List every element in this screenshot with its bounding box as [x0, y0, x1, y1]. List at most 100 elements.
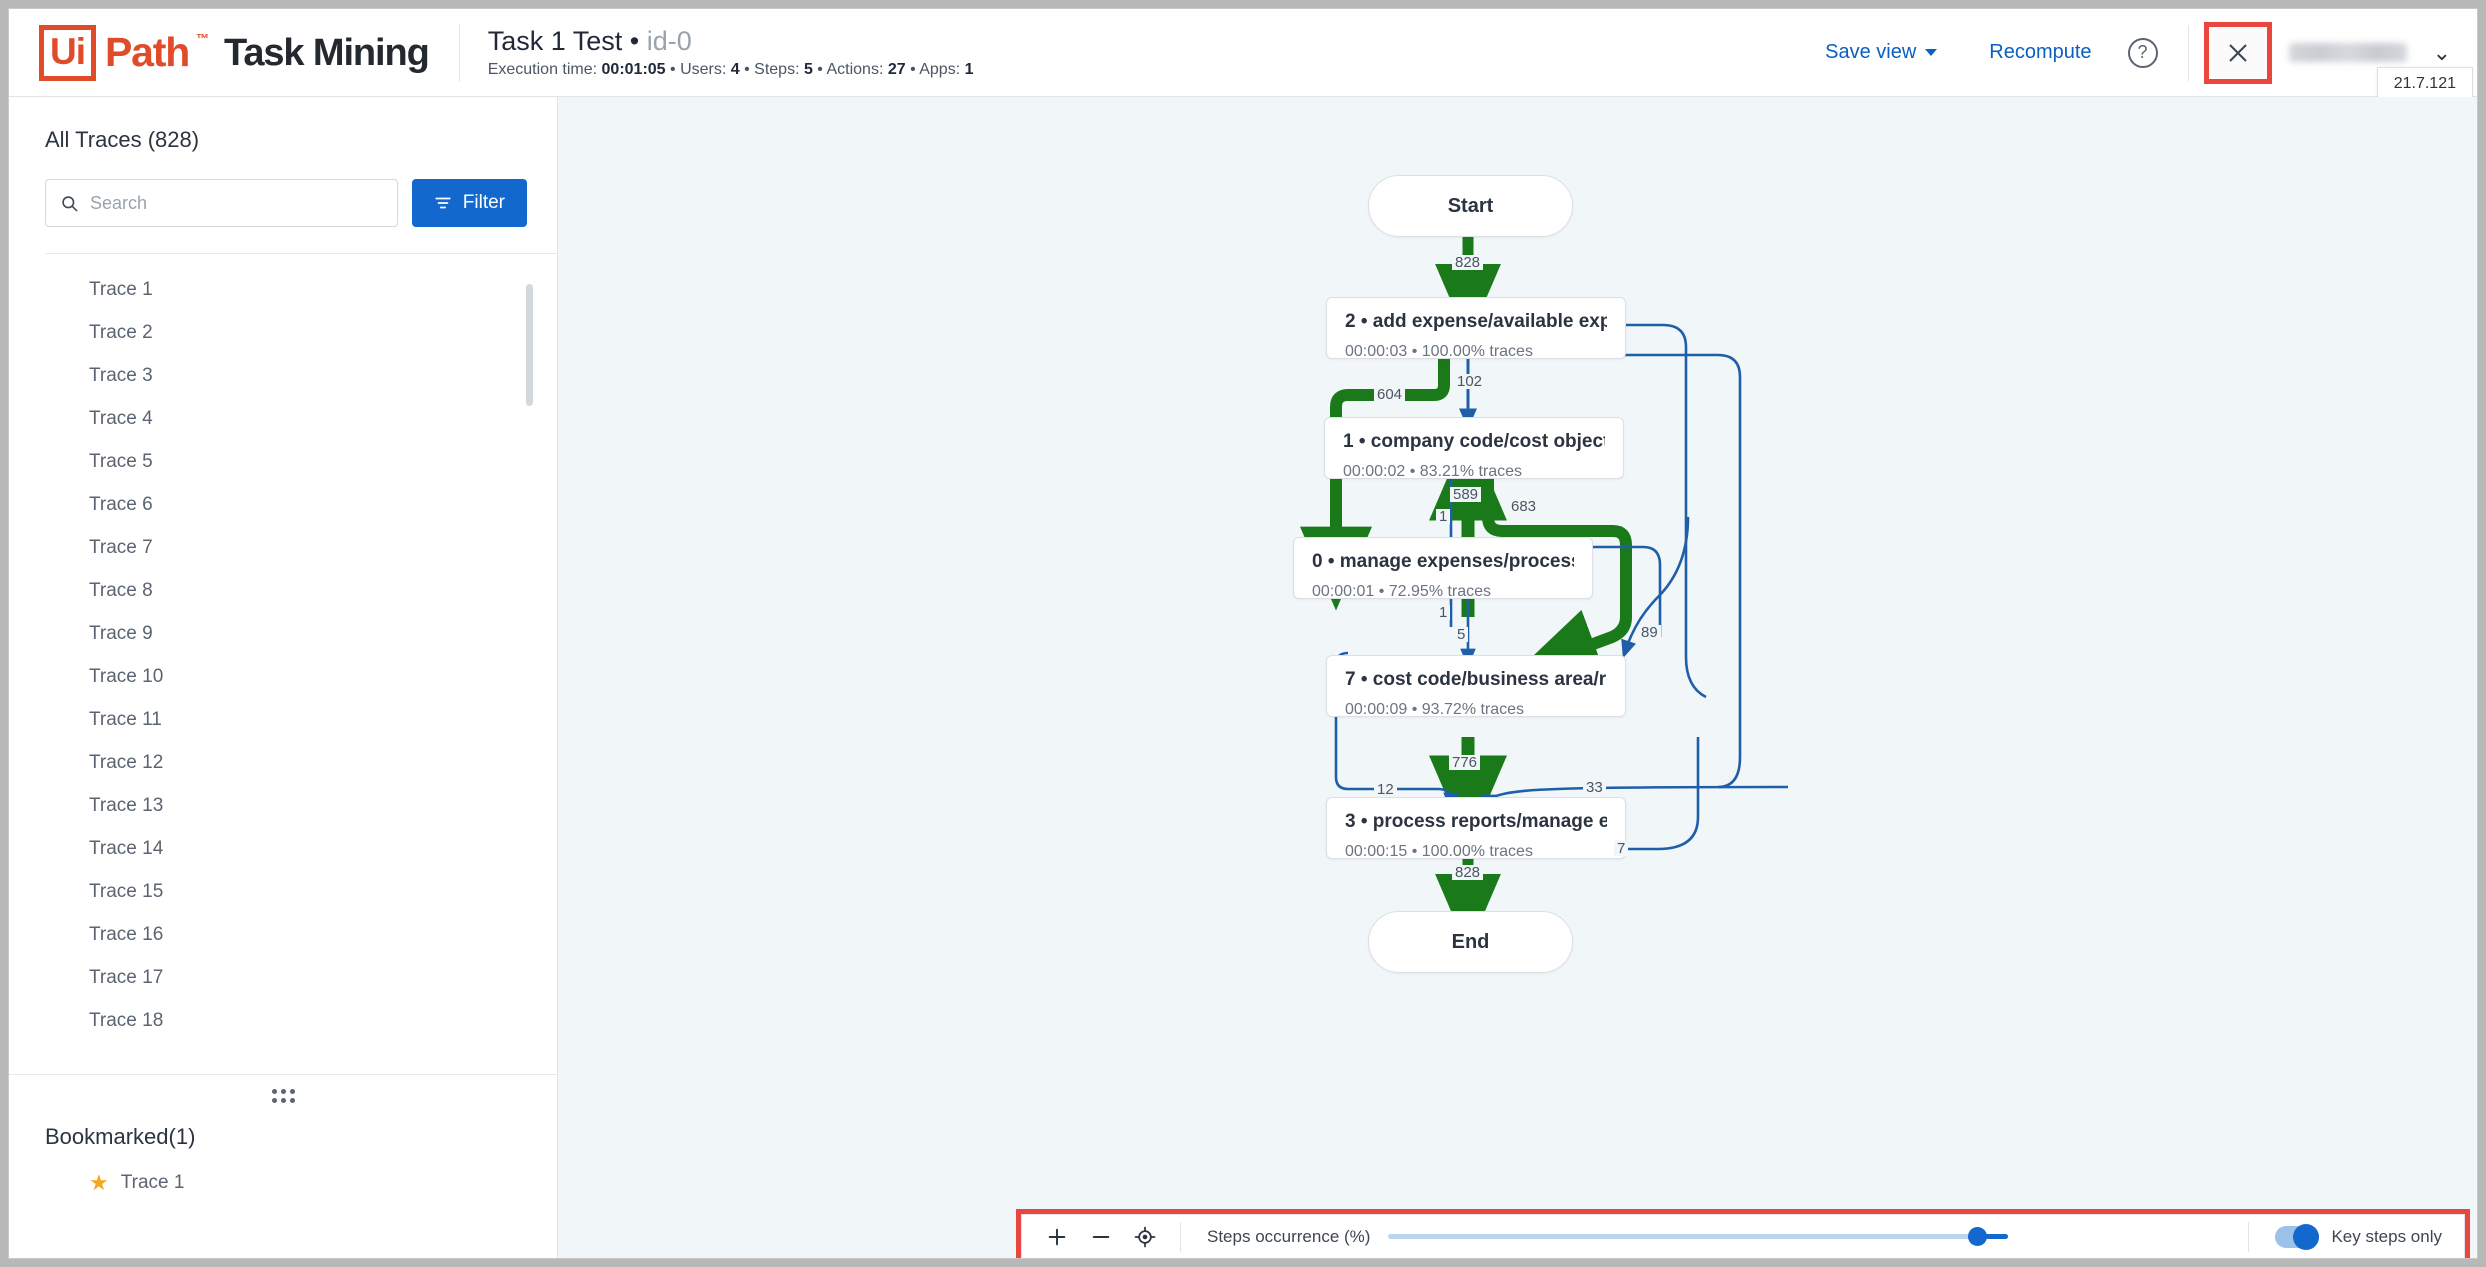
edge-label-2-to-0: 604 — [1374, 387, 1405, 402]
logo-trademark-icon: ™ — [196, 31, 209, 46]
trace-list-item[interactable]: Trace 7 — [9, 526, 557, 569]
trace-list-item[interactable]: Trace 5 — [9, 440, 557, 483]
header-actions-divider — [2188, 25, 2189, 81]
drag-handle-dots-icon — [272, 1089, 295, 1103]
logo-path-text: Path — [105, 32, 189, 73]
trace-list-item[interactable]: Trace 11 — [9, 698, 557, 741]
graph-node-7[interactable]: 7 • cost code/business area/reimburse… 0… — [1326, 655, 1626, 717]
trace-list-item[interactable]: Trace 4 — [9, 397, 557, 440]
chevron-down-icon — [1925, 49, 1937, 56]
account-name-blurred — [2289, 43, 2407, 62]
graph-node-7-title: 7 • cost code/business area/reimburse… — [1345, 670, 1607, 691]
trace-list-item[interactable]: Trace 12 — [9, 741, 557, 784]
header-actions: Save view Recompute ? ⌄ — [1799, 25, 2455, 81]
edge-label-start-to-2: 828 — [1452, 255, 1483, 270]
graph-node-start[interactable]: Start — [1368, 175, 1573, 237]
sidebar-resize-handle[interactable] — [9, 1074, 557, 1116]
account-chevron-down-icon[interactable]: ⌄ — [2433, 42, 2451, 64]
version-badge: 21.7.121 — [2377, 67, 2473, 101]
recompute-button[interactable]: Recompute — [1963, 41, 2117, 64]
key-steps-only-label: Key steps only — [2331, 1227, 2442, 1247]
trace-list-item[interactable]: Trace 6 — [9, 483, 557, 526]
process-graph-canvas[interactable]: Start 2 • add expense/available expenses… — [558, 97, 2477, 1258]
crosshair-target-icon — [1134, 1226, 1156, 1248]
graph-node-3-subtitle: 00:00:15 • 100.00% traces — [1345, 844, 1607, 860]
search-box[interactable] — [45, 179, 398, 227]
close-icon — [2226, 41, 2250, 65]
logo-ui-mark: Ui — [39, 25, 96, 81]
edge-label-0-683: 683 — [1508, 499, 1539, 514]
trace-list-item[interactable]: Trace 16 — [9, 913, 557, 956]
edge-label-7-into-3: 7 — [1614, 841, 1628, 856]
page-title-block: Task 1 Test • id-0 Execution time: 00:01… — [488, 28, 974, 78]
zoom-in-button[interactable] — [1046, 1226, 1068, 1248]
trace-list-item[interactable]: Trace 18 — [9, 999, 557, 1042]
graph-node-2-subtitle: 00:00:03 • 100.00% traces — [1345, 344, 1607, 360]
edge-label-89: 89 — [1638, 625, 1661, 640]
save-view-label: Save view — [1825, 41, 1916, 64]
execution-time-value: 00:01:05 — [602, 61, 666, 78]
actions-value: 27 — [888, 61, 906, 78]
trace-list-item[interactable]: Trace 10 — [9, 655, 557, 698]
star-icon: ★ — [89, 1172, 109, 1194]
bookmarked-item[interactable]: ★ Trace 1 — [45, 1150, 557, 1194]
app-body: All Traces (828) Filter — [9, 97, 2477, 1258]
plus-icon — [1046, 1226, 1068, 1248]
start-label: Start — [1448, 195, 1494, 218]
brand-logo: Ui Path ™ Task Mining — [39, 25, 429, 81]
app-header: Ui Path ™ Task Mining Task 1 Test • id-0… — [9, 9, 2477, 97]
trace-list-item[interactable]: Trace 8 — [9, 569, 557, 612]
graph-node-2-title: 2 • add expense/available expenses/ma… — [1345, 312, 1607, 333]
help-icon[interactable]: ? — [2128, 38, 2158, 68]
close-button[interactable] — [2209, 27, 2267, 79]
key-steps-only-toggle[interactable] — [2275, 1226, 2319, 1248]
edge-label-0-up-1: 1 — [1436, 605, 1450, 620]
traces-sidebar: All Traces (828) Filter — [9, 97, 558, 1258]
filter-icon — [434, 194, 452, 212]
page-subtitle: Execution time: 00:01:05 • Users: 4 • St… — [488, 62, 974, 78]
steps-value: 5 — [804, 61, 813, 78]
search-icon — [60, 194, 79, 213]
graph-node-end[interactable]: End — [1368, 911, 1573, 973]
key-steps-toggle-group: Key steps only — [2249, 1226, 2464, 1248]
steps-occurrence-slider[interactable] — [1388, 1234, 2008, 1239]
trace-list-item[interactable]: Trace 3 — [9, 354, 557, 397]
bookmarked-item-label: Trace 1 — [121, 1172, 185, 1194]
trace-list[interactable]: Trace 1Trace 2Trace 3Trace 4Trace 5Trace… — [9, 254, 557, 1074]
edge-label-3-to-end: 828 — [1452, 865, 1483, 880]
edge-label-7-to-3: 776 — [1449, 755, 1480, 770]
save-view-button[interactable]: Save view — [1799, 41, 1963, 64]
fit-to-screen-button[interactable] — [1134, 1226, 1156, 1248]
search-row: Filter — [9, 153, 557, 227]
slider-thumb[interactable] — [1968, 1227, 1987, 1246]
bookmarked-section: Bookmarked(1) ★ Trace 1 — [9, 1116, 557, 1258]
graph-node-3[interactable]: 3 • process reports/manage expenses/a… 0… — [1326, 797, 1626, 859]
zoom-controls — [1022, 1226, 1180, 1248]
trace-list-item[interactable]: Trace 13 — [9, 784, 557, 827]
trace-list-item[interactable]: Trace 2 — [9, 311, 557, 354]
page-title: Task 1 Test • id-0 — [488, 28, 974, 55]
filter-button[interactable]: Filter — [412, 179, 527, 227]
graph-node-2[interactable]: 2 • add expense/available expenses/ma… 0… — [1326, 297, 1626, 359]
trace-list-scrollbar[interactable] — [526, 284, 533, 406]
edge-label-1-down-1: 1 — [1436, 509, 1450, 524]
minus-icon — [1090, 1226, 1112, 1248]
trace-list-item[interactable]: Trace 14 — [9, 827, 557, 870]
edge-label-33: 33 — [1583, 780, 1606, 795]
trace-list-item[interactable]: Trace 9 — [9, 612, 557, 655]
graph-node-0-title: 0 • manage expenses/process reports/s… — [1312, 552, 1574, 573]
steps-occurrence-slider-group: Steps occurrence (%) — [1181, 1227, 2248, 1247]
zoom-out-button[interactable] — [1090, 1226, 1112, 1248]
edge-label-2-to-1: 102 — [1454, 374, 1485, 389]
trace-list-item[interactable]: Trace 15 — [9, 870, 557, 913]
end-label: End — [1452, 931, 1490, 954]
search-input[interactable] — [90, 193, 383, 214]
trace-list-item[interactable]: Trace 17 — [9, 956, 557, 999]
graph-node-1[interactable]: 1 • company code/cost object/business… 0… — [1324, 417, 1624, 479]
bookmarked-title: Bookmarked(1) — [45, 1116, 557, 1150]
edge-label-12: 12 — [1374, 782, 1397, 797]
trace-list-item[interactable]: Trace 1 — [9, 268, 557, 311]
graph-node-1-title: 1 • company code/cost object/business… — [1343, 432, 1605, 453]
all-traces-title: All Traces (828) — [9, 97, 557, 153]
graph-node-0[interactable]: 0 • manage expenses/process reports/s… 0… — [1293, 537, 1593, 599]
